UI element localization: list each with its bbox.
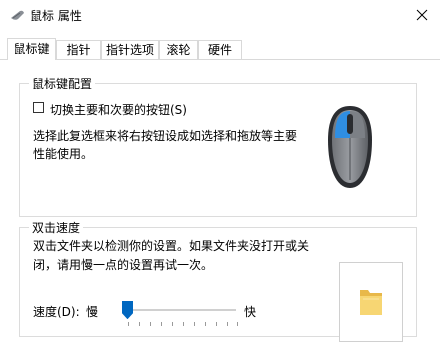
double-click-legend: 双击速度 bbox=[29, 219, 84, 236]
tab-hardware[interactable]: 硬件 bbox=[198, 40, 242, 59]
speed-slider-track[interactable] bbox=[128, 309, 236, 311]
speed-slider-thumb[interactable] bbox=[122, 301, 133, 319]
tab-pointer-options[interactable]: 指针选项 bbox=[101, 40, 159, 59]
double-click-description-line-2: 闭，请用慢一点的设置再试一次。 bbox=[33, 258, 214, 272]
speed-slider-ticks bbox=[128, 322, 238, 326]
tab-buttons[interactable]: 鼠标键 bbox=[7, 38, 56, 61]
title-bar: 鼠标 属性 bbox=[0, 0, 440, 30]
window-title: 鼠标 属性 bbox=[30, 9, 82, 23]
tab-pointers[interactable]: 指针 bbox=[56, 40, 101, 59]
switch-buttons-label[interactable]: 切换主要和次要的按钮(S) bbox=[50, 101, 187, 118]
fast-label: 快 bbox=[244, 305, 257, 319]
switch-buttons-checkbox[interactable] bbox=[33, 102, 44, 113]
mouse-icon bbox=[328, 106, 372, 188]
folder-icon[interactable] bbox=[358, 287, 384, 317]
close-icon bbox=[416, 9, 428, 21]
tab-wheel[interactable]: 滚轮 bbox=[159, 40, 198, 59]
button-config-legend: 鼠标键配置 bbox=[29, 75, 96, 92]
speed-label: 速度(D): bbox=[33, 305, 80, 319]
mouse-app-icon bbox=[11, 10, 24, 20]
double-click-description-line-1: 双击文件夹以检测你的设置。如果文件夹没打开或关 bbox=[33, 239, 310, 253]
button-config-description-line-1: 选择此复选框来将右按钮设成如选择和拖放等主要 bbox=[33, 129, 298, 143]
close-button[interactable] bbox=[404, 0, 440, 30]
slow-label: 慢 bbox=[86, 305, 99, 319]
button-config-description-line-2: 性能使用。 bbox=[33, 147, 94, 161]
